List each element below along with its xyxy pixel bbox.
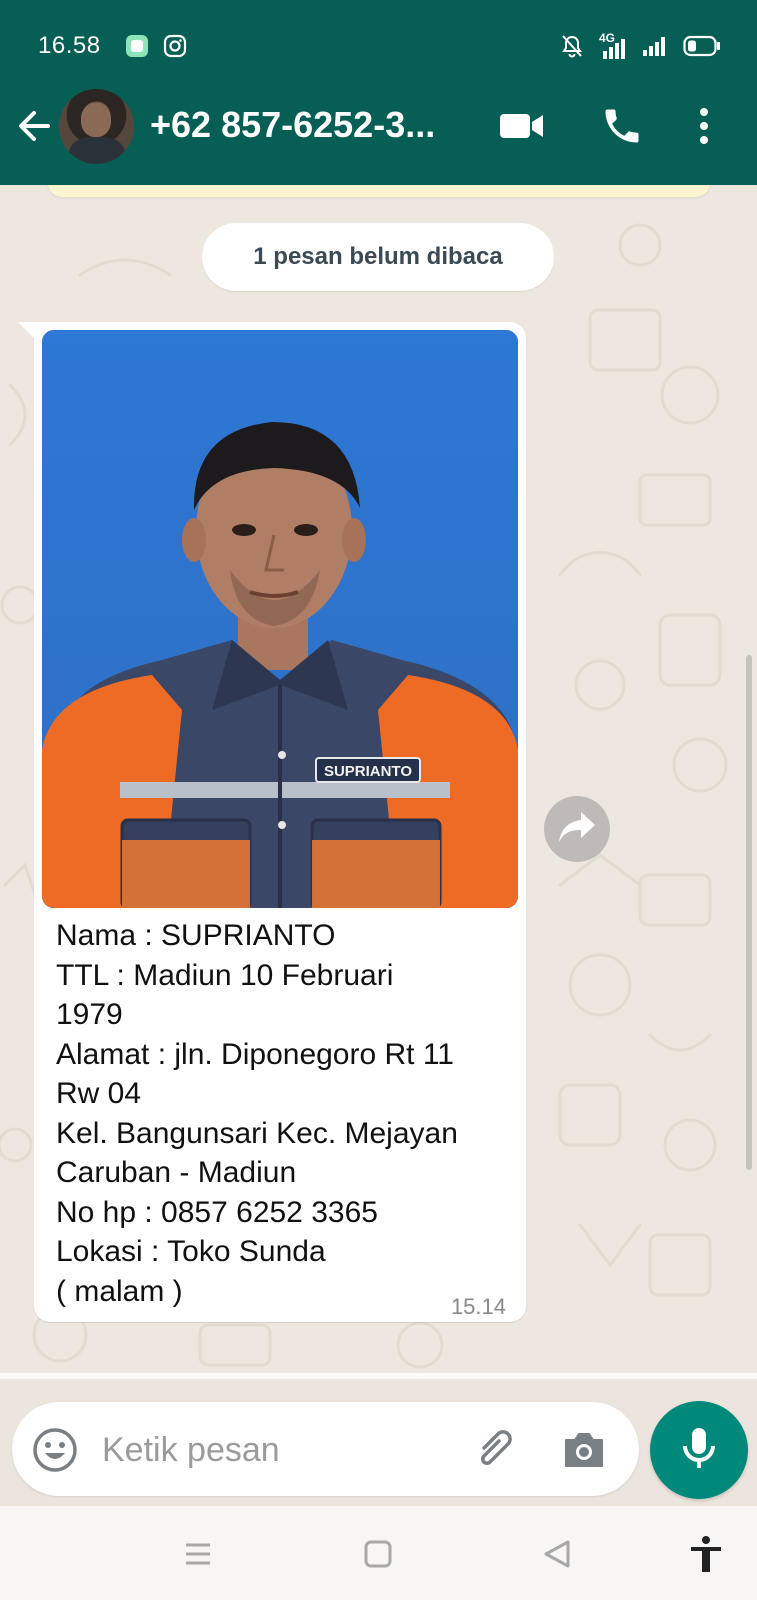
voice-message-button[interactable] — [650, 1401, 748, 1499]
voice-call-icon[interactable] — [600, 104, 644, 148]
forward-button[interactable] — [544, 796, 610, 862]
signal-4g-icon: 4G — [597, 31, 627, 61]
camera-icon[interactable] — [560, 1426, 608, 1474]
contact-avatar[interactable] — [59, 89, 134, 164]
status-bar: 16.58 4G — [0, 0, 757, 68]
message-input[interactable] — [100, 1424, 444, 1476]
system-nav-bar — [0, 1506, 757, 1600]
caption-line: Lokasi : Toko Sunda — [56, 1235, 326, 1268]
instagram-icon — [163, 34, 187, 63]
unread-messages-indicator: 1 pesan belum dibaca — [202, 223, 554, 291]
forward-icon — [557, 810, 597, 849]
caption-line: Alamat : jln. Diponegoro Rt 11 — [56, 1037, 454, 1071]
signal-icon — [641, 34, 669, 63]
caption-line: Kel. Bangunsari Kec. Mejayan — [56, 1116, 458, 1150]
chat-scrollbar[interactable] — [746, 655, 752, 1170]
message-photo[interactable]: SUPRIANTO — [42, 330, 518, 908]
status-left-icons — [125, 34, 187, 63]
name-badge: SUPRIANTO — [324, 763, 412, 780]
caption-line: 1979 — [56, 998, 123, 1031]
attach-icon[interactable] — [470, 1426, 520, 1476]
caption-line: Caruban - Madiun — [56, 1156, 297, 1189]
back-arrow-icon[interactable] — [14, 106, 54, 146]
pinned-banner — [48, 185, 710, 197]
back-icon[interactable] — [538, 1534, 578, 1574]
input-divider — [0, 1373, 757, 1379]
home-icon[interactable] — [358, 1534, 398, 1574]
chat-area[interactable]: 1 pesan belum dibaca SUPRIANTO Nama: SU… — [0, 185, 757, 1377]
notification-app-icon — [125, 34, 149, 63]
mute-icon — [561, 34, 583, 63]
battery-icon — [683, 35, 721, 62]
caption-line: Nama : SUPRIANTO — [56, 919, 336, 952]
caption-line: No hp : 0857 6252 3365 — [56, 1195, 378, 1229]
message-time: 15.14 — [450, 1294, 506, 1319]
message-compose-box[interactable] — [12, 1402, 639, 1496]
message-bubble[interactable]: SUPRIANTO Nama : SUPRIANTO TTL : Madiun … — [34, 322, 526, 1322]
message-caption: Nama : SUPRIANTO TTL : Madiun 10 Februar… — [56, 916, 516, 1311]
contact-name[interactable]: +62 857-6252-3... — [150, 104, 435, 146]
status-right-icons: 4G — [561, 31, 721, 63]
more-options-icon[interactable] — [694, 104, 714, 148]
microphone-icon — [679, 1424, 719, 1477]
caption-line: Rw 04 — [56, 1077, 142, 1110]
caption-line: ( malam ) — [56, 1274, 183, 1308]
emoji-icon[interactable] — [32, 1427, 78, 1473]
video-call-icon[interactable] — [498, 106, 546, 146]
status-time: 16.58 — [38, 32, 101, 59]
accessibility-icon[interactable] — [686, 1534, 726, 1574]
recents-icon[interactable] — [178, 1534, 218, 1574]
caption-line: TTL : Madiun 10 Februari — [56, 958, 394, 992]
chat-header: +62 857-6252-3... — [0, 68, 757, 185]
